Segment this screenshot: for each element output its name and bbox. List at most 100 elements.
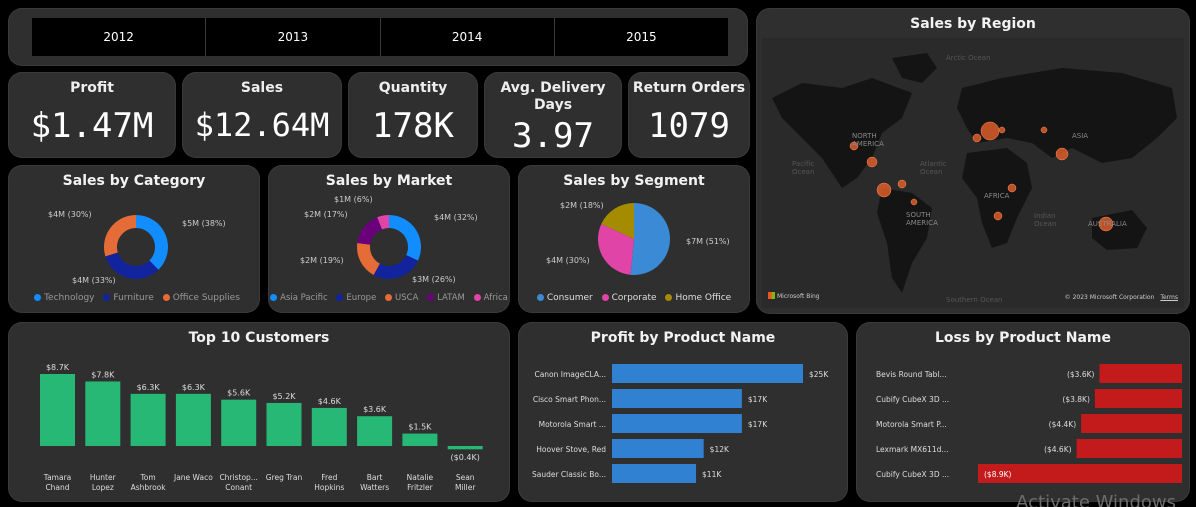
terms-link[interactable]: Terms [1160,294,1178,301]
kpi-value: 178K [372,106,454,146]
kpi-card-sales: Sales $12.64M [182,72,342,158]
chart-legend: Technology Furniture Office Supplies [8,293,260,303]
data-label: $3.6K [363,405,387,414]
data-label: $4.6K [318,397,342,406]
year-button-2015[interactable]: 2015 [555,18,728,56]
bar [130,393,166,446]
data-label: $4M (32%) [434,213,478,222]
bar [266,402,302,446]
kpi-value: 3.97 [512,116,594,156]
bar [402,433,438,446]
kpi-value: 1079 [648,106,730,146]
legend-item[interactable]: USCA [395,293,418,303]
sales-by-segment-pie[interactable]: $7M (51%) $4M (30%) $2M (18%) [518,165,750,313]
loss-by-product-card: Loss by Product Name Bevis Round Tabl...… [856,322,1190,502]
map-label-southern-ocean: Southern Ocean [946,296,1003,304]
copyright-text: © 2023 Microsoft Corporation [1064,294,1155,301]
bar [612,439,704,458]
bing-logo: Microsoft Bing [768,292,820,300]
map-label-africa: AFRICA [984,192,1010,200]
legend-item[interactable]: LATAM [437,293,465,303]
data-label: ($3.6K) [1067,370,1095,379]
map-label-australia: AUSTRALIA [1088,220,1127,228]
data-label: $4M (33%) [72,276,116,285]
category-label: Cubify CubeX 3D ... [876,470,949,479]
bar [1099,364,1182,383]
kpi-card-profit: Profit $1.47M [8,72,176,158]
category-label: Lexmark MX611d... [876,445,949,454]
bar [40,374,75,446]
legend-item[interactable]: Europe [346,293,376,303]
category-label: Hoover Stove, Red [536,445,606,454]
category-label: Christop... Conant [219,473,258,492]
sales-by-region-card: Sales by Region NORTH AMERICA SOUTH AMER… [756,8,1190,314]
data-label: ($3.8K) [1062,395,1090,404]
data-label: $1.5K [408,423,432,432]
data-label: ($0.4K) [451,453,480,462]
legend-swatch [536,294,544,301]
sales-by-market-card: Sales by Market $4M (32%) $3M (26%) $2M … [268,165,510,313]
legend-item[interactable]: Consumer [547,293,593,303]
loss-by-product-chart[interactable]: Bevis Round Tabl... ($3.6K) Cubify CubeX 3… [856,322,1190,502]
data-label: $8.7K [46,363,70,372]
legend-swatch [601,294,609,301]
category-label: Fred Hopkins [314,473,344,492]
data-label: $4M (30%) [546,256,590,265]
legend-item[interactable]: Furniture [113,293,153,303]
windows-logo-icon [768,292,775,299]
chart-legend: Consumer Corporate Home Office [518,293,750,303]
year-slicer: 2012 2013 2014 2015 [32,18,728,56]
map-label-pacific-ocean: Pacific Ocean [792,160,815,176]
year-filter-card: 2012 2013 2014 2015 [8,8,748,66]
data-label: $5.2K [272,392,296,401]
data-label: $5M (38%) [182,219,226,228]
legend-item[interactable]: Technology [44,293,94,303]
category-label: Hunter Lopez [90,473,117,492]
sales-by-market-donut[interactable]: $4M (32%) $3M (26%) $2M (19%) $2M (17%) … [268,165,510,313]
customer-bars: $8.7K Tamara Chand $7.8K Hunter Lopez $6.3K Tom… [40,363,483,492]
legend-swatch [162,294,170,301]
legend-swatch [427,294,435,301]
legend-item[interactable]: Office Supplies [173,293,240,303]
category-label: Natalie Fritzler [407,473,434,492]
legend-item[interactable]: Corporate [612,293,657,303]
profit-bars: Canon ImageCLA... $25K Cisco Smart Phon...… [532,364,829,483]
category-label: Motorola Smart ... [539,420,606,429]
bar [1076,439,1182,458]
kpi-value: $12.64M [194,106,330,144]
bar [357,416,393,446]
kpi-label: Quantity [378,80,448,96]
sales-by-category-donut[interactable]: $5M (38%) $4M (33%) $4M (30%) [8,165,260,313]
year-button-2012[interactable]: 2012 [32,18,207,56]
year-button-2014[interactable]: 2014 [381,18,555,56]
data-label: $12K [710,445,730,454]
donut-slices [104,215,168,279]
legend-item[interactable]: Africa [484,293,508,303]
profit-by-product-chart[interactable]: Canon ImageCLA... $25K Cisco Smart Phon...… [518,322,848,502]
data-label: $4M (30%) [48,210,92,219]
legend-swatch [473,294,481,301]
year-button-2013[interactable]: 2013 [206,18,381,56]
bar [447,446,483,450]
bar [612,389,742,408]
legend-item[interactable]: Home Office [675,293,731,303]
legend-item[interactable]: Asia Pacific [280,293,328,303]
data-label: $11K [702,470,722,479]
map-label-atlantic-ocean: Atlantic Ocean [920,160,947,176]
category-label: Cisco Smart Phon... [533,395,606,404]
pie-slices [598,203,670,275]
legend-swatch [103,294,111,301]
pie-slice [357,217,383,245]
category-label: Tom Ashbrook [131,473,167,492]
top-customers-chart[interactable]: $8.7K Tamara Chand $7.8K Hunter Lopez $6.3K Tom… [8,322,510,502]
map-label-asia: ASIA [1072,132,1089,140]
bar [612,364,803,383]
data-label: $7.8K [91,370,115,379]
category-label: Sean Miller [455,473,476,492]
bing-label: Microsoft Bing [777,293,820,300]
kpi-card-delivery-days: Avg. Delivery Days 3.97 [484,72,622,158]
data-label: $6.3K [137,383,161,392]
map-label-arctic-ocean: Arctic Ocean [946,54,991,62]
data-label: $17K [748,395,768,404]
category-label: Bart Watters [360,473,389,492]
